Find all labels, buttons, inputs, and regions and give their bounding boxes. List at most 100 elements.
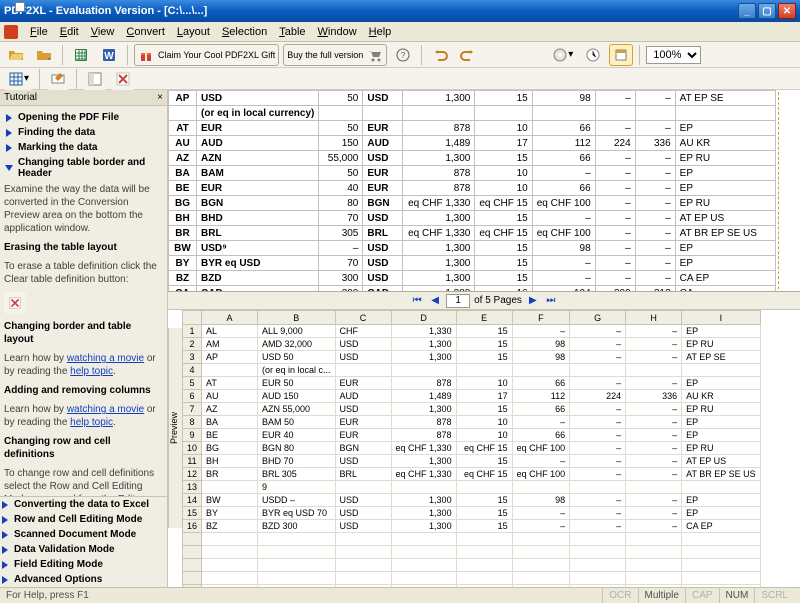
preview-cell[interactable]: 66 — [512, 429, 570, 442]
redo-button[interactable] — [456, 44, 480, 66]
pdf-cell[interactable] — [595, 106, 635, 121]
preview-cell[interactable] — [512, 533, 570, 546]
preview-cell[interactable]: 1,300 — [391, 338, 456, 351]
preview-cell[interactable]: BZD 300 — [258, 520, 336, 533]
preview-cell[interactable]: 15 — [456, 338, 512, 351]
preview-cell[interactable]: – — [626, 351, 682, 364]
preview-cell[interactable]: BAM 50 — [258, 416, 336, 429]
help-button[interactable]: ? — [391, 44, 415, 66]
pdf-cell[interactable]: BE — [169, 181, 197, 196]
pdf-cell[interactable]: – — [635, 211, 675, 226]
pdf-cell[interactable]: AT BR EP SE US — [675, 226, 775, 241]
pdf-cell[interactable]: 1,300 — [403, 271, 475, 286]
preview-cell[interactable]: 1,300 — [391, 351, 456, 364]
preview-cell[interactable] — [456, 533, 512, 546]
preview-cell[interactable]: BY — [202, 507, 258, 520]
preview-cell[interactable] — [570, 585, 626, 588]
preview-cell[interactable]: EP — [682, 416, 761, 429]
pdf-cell[interactable]: BZD — [197, 271, 319, 286]
pdf-cell[interactable]: EP — [675, 256, 775, 271]
preview-cell[interactable]: 1,300 — [391, 494, 456, 507]
preview-cell[interactable]: BH — [202, 455, 258, 468]
preview-table[interactable]: ABCDEFGHI1ALALL 9,000CHF1,33015–––EP2AMA… — [182, 310, 761, 587]
claim-gift-button[interactable]: Claim Your Cool PDF2XL Gift — [134, 44, 279, 66]
sidebar-item-rowcell[interactable]: Row and Cell Editing Mode — [0, 512, 167, 527]
pdf-cell[interactable]: eq CHF 1,330 — [403, 196, 475, 211]
sidebar-item-finding[interactable]: Finding the data — [4, 125, 163, 140]
preview-cell[interactable]: 9 — [258, 481, 336, 494]
pdf-cell[interactable]: AT — [169, 121, 197, 136]
pdf-cell[interactable]: AZN — [197, 151, 319, 166]
preview-cell[interactable] — [570, 572, 626, 585]
preview-cell[interactable]: – — [626, 507, 682, 520]
preview-cell[interactable] — [456, 585, 512, 588]
pdf-cell[interactable]: AT EP SE — [675, 91, 775, 106]
menu-file[interactable]: File — [24, 24, 54, 40]
preview-cell[interactable]: EP — [682, 507, 761, 520]
menu-table[interactable]: Table — [273, 24, 311, 40]
pdf-cell[interactable]: CAD — [197, 286, 319, 293]
preview-cell[interactable]: AT EP SE — [682, 351, 761, 364]
pdf-cell[interactable]: BGN — [197, 196, 319, 211]
preview-cell[interactable]: – — [570, 338, 626, 351]
preview-cell[interactable] — [183, 533, 202, 546]
convert-excel-button[interactable] — [69, 44, 93, 66]
preview-pane[interactable]: Preview ABCDEFGHI1ALALL 9,000CHF1,33015–… — [168, 310, 800, 587]
preview-cell[interactable]: 15 — [456, 455, 512, 468]
pdf-cell[interactable]: BW — [169, 241, 197, 256]
pdf-cell[interactable]: AU KR — [675, 136, 775, 151]
pdf-cell[interactable]: – — [595, 151, 635, 166]
preview-cell[interactable] — [512, 481, 570, 494]
preview-cell[interactable]: AL — [202, 325, 258, 338]
preview-cell[interactable]: BRL 305 — [258, 468, 336, 481]
pdf-cell[interactable]: – — [595, 241, 635, 256]
preview-cell[interactable] — [682, 572, 761, 585]
preview-cell[interactable]: 11 — [183, 455, 202, 468]
select-table-button[interactable]: ▾ — [4, 68, 33, 90]
pdf-cell[interactable]: 150 — [319, 136, 363, 151]
pdf-cell[interactable]: 1,300 — [403, 91, 475, 106]
pdf-cell[interactable]: EP — [675, 241, 775, 256]
preview-cell[interactable] — [456, 572, 512, 585]
preview-cell[interactable]: AU — [202, 390, 258, 403]
pdf-cell[interactable]: EP RU — [675, 151, 775, 166]
preview-cell[interactable] — [335, 533, 391, 546]
menu-window[interactable]: Window — [312, 24, 363, 40]
pdf-cell[interactable]: CA EP — [675, 271, 775, 286]
preview-cell[interactable] — [391, 585, 456, 588]
preview-cell[interactable]: 10 — [183, 442, 202, 455]
pdf-cell[interactable] — [403, 106, 475, 121]
pdf-cell[interactable]: – — [532, 211, 595, 226]
pdf-cell[interactable]: – — [635, 181, 675, 196]
preview-cell[interactable] — [626, 533, 682, 546]
preview-col-header[interactable]: G — [570, 311, 626, 325]
preview-cell[interactable]: USDD – — [258, 494, 336, 507]
preview-cell[interactable] — [456, 546, 512, 559]
menu-view[interactable]: View — [85, 24, 121, 40]
preview-cell[interactable]: 12 — [183, 468, 202, 481]
pdf-cell[interactable]: 80 — [319, 196, 363, 211]
preview-cell[interactable] — [335, 546, 391, 559]
preview-cell[interactable]: 10 — [456, 416, 512, 429]
preview-cell[interactable]: 15 — [456, 325, 512, 338]
preview-cell[interactable]: 15 — [456, 403, 512, 416]
pdf-cell[interactable]: BZ — [169, 271, 197, 286]
preview-cell[interactable]: – — [512, 455, 570, 468]
pdf-cell[interactable]: 878 — [403, 166, 475, 181]
pdf-cell[interactable]: CA — [675, 286, 775, 293]
minimize-button[interactable]: _ — [738, 3, 756, 19]
preview-cell[interactable]: – — [570, 468, 626, 481]
preview-cell[interactable] — [512, 572, 570, 585]
preview-cell[interactable] — [626, 572, 682, 585]
sidebar-item-advanced[interactable]: Advanced Options — [0, 572, 167, 587]
preview-cell[interactable]: BGN 80 — [258, 442, 336, 455]
pdf-pane[interactable]: APUSD50USD1,3001598––AT EP SE(or eq in l… — [168, 90, 800, 292]
preview-cell[interactable] — [258, 559, 336, 572]
preview-cell[interactable]: 4 — [183, 364, 202, 377]
preview-cell[interactable]: – — [626, 520, 682, 533]
preview-cell[interactable]: 15 — [456, 520, 512, 533]
preview-cell[interactable] — [626, 481, 682, 494]
pdf-cell[interactable]: – — [635, 256, 675, 271]
preview-cell[interactable]: EUR 50 — [258, 377, 336, 390]
preview-cell[interactable] — [391, 559, 456, 572]
